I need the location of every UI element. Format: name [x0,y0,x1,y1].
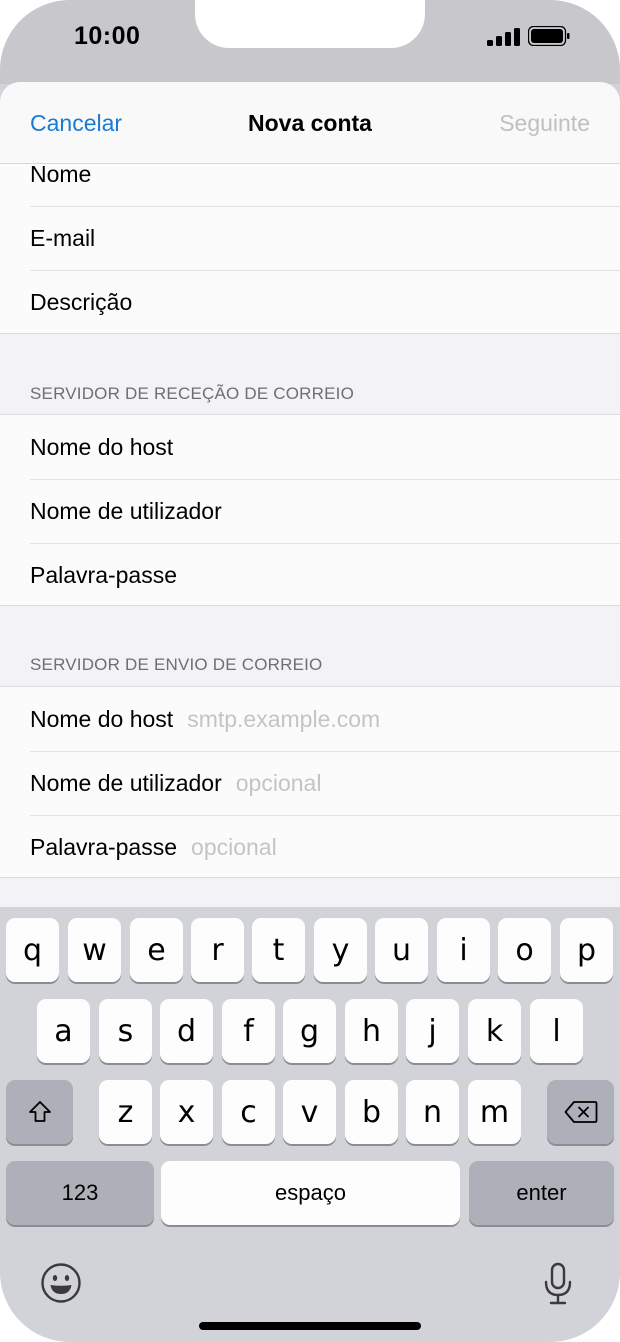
key-m[interactable]: m [468,1080,521,1144]
shift-icon [28,1101,51,1122]
key-r[interactable]: r [191,918,244,982]
email-label: E-mail [30,224,96,251]
cellular-signal-icon [487,28,520,46]
home-indicator[interactable] [199,1322,421,1330]
key-k[interactable]: k [468,999,521,1063]
key-s[interactable]: s [99,999,152,1063]
next-button[interactable]: Seguinte [499,110,590,137]
outgoing-password-field[interactable]: Palavra-passe opcional [0,815,620,879]
keyboard: q w e r t y u i o p a s d f g h j k l z … [0,907,620,1342]
incoming-hostname-field[interactable]: Nome do host [0,415,620,479]
key-z[interactable]: z [99,1080,152,1144]
status-time: 10:00 [74,22,141,50]
notch [195,0,425,48]
shift-key[interactable] [6,1080,73,1144]
key-e[interactable]: e [130,918,183,982]
incoming-username-field[interactable]: Nome de utilizador [0,479,620,543]
key-h[interactable]: h [345,999,398,1063]
battery-icon [528,26,570,46]
key-j[interactable]: j [406,999,459,1063]
key-x[interactable]: x [160,1080,213,1144]
status-bar: 10:00 [0,0,620,84]
nav-bar: Cancelar Nova conta Seguinte [0,82,620,164]
key-f[interactable]: f [222,999,275,1063]
numbers-key[interactable]: 123 [6,1161,154,1225]
key-y[interactable]: y [314,918,367,982]
description-label: Descrição [30,288,133,315]
key-a[interactable]: a [37,999,90,1063]
incoming-hostname-label: Nome do host [30,433,174,460]
backspace-icon [564,1101,597,1123]
outgoing-hostname-placeholder: smtp.example.com [187,705,381,732]
outgoing-username-label: Nome de utilizador [30,769,222,796]
outgoing-password-placeholder: opcional [191,833,277,860]
key-w[interactable]: w [68,918,121,982]
new-account-sheet: Cancelar Nova conta Seguinte Nome E-mail… [0,82,620,907]
key-t[interactable]: t [252,918,305,982]
delete-key[interactable] [547,1080,614,1144]
name-label: Nome [30,160,92,187]
key-l[interactable]: l [530,999,583,1063]
space-key[interactable]: espaço [161,1161,460,1225]
incoming-password-field[interactable]: Palavra-passe [0,543,620,607]
emoji-icon[interactable] [40,1262,82,1304]
outgoing-username-placeholder: opcional [235,769,322,796]
key-o[interactable]: o [498,918,551,982]
outgoing-hostname-label: Nome do host [30,705,174,732]
key-b[interactable]: b [345,1080,398,1144]
outgoing-server-header: SERVIDOR DE ENVIO DE CORREIO [30,655,323,674]
email-field[interactable]: E-mail [0,206,620,270]
incoming-server-header: SERVIDOR DE RECEÇÃO DE CORREIO [30,384,355,403]
key-g[interactable]: g [283,999,336,1063]
key-i[interactable]: i [437,918,490,982]
outgoing-username-field[interactable]: Nome de utilizador opcional [0,751,620,815]
key-p[interactable]: p [560,918,613,982]
key-u[interactable]: u [375,918,428,982]
key-n[interactable]: n [406,1080,459,1144]
phone-screen: 10:00 Cancelar Nova conta Seguinte Nome … [0,0,620,1342]
key-c[interactable]: c [222,1080,275,1144]
incoming-server-group: Nome do host Nome de utilizador Palavra-… [0,414,620,606]
key-v[interactable]: v [283,1080,336,1144]
description-field[interactable]: Descrição [0,270,620,334]
microphone-icon[interactable] [543,1262,573,1306]
key-d[interactable]: d [160,999,213,1063]
key-q[interactable]: q [6,918,59,982]
incoming-username-label: Nome de utilizador [30,497,222,524]
outgoing-hostname-field[interactable]: Nome do host smtp.example.com [0,687,620,751]
outgoing-server-group: Nome do host smtp.example.com Nome de ut… [0,686,620,878]
incoming-password-label: Palavra-passe [30,561,178,588]
enter-key[interactable]: enter [469,1161,614,1225]
outgoing-password-label: Palavra-passe [30,833,178,860]
